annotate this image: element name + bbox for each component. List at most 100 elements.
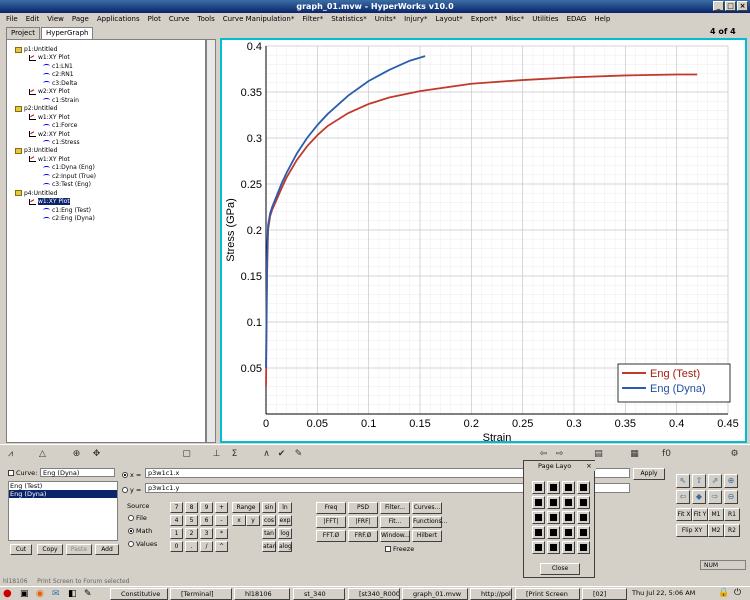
list-item[interactable]: Eng (Dyna) [9,490,117,498]
curve-tool-icon[interactable]: ⩘ [4,448,17,461]
axis-icon[interactable]: △ [36,448,49,461]
tree-node[interactable]: c3:Delta [43,80,77,88]
x-radio[interactable] [122,472,128,478]
editor-icon[interactable]: ✎ [84,588,92,600]
keypad-key[interactable]: . [185,541,198,552]
note-icon[interactable]: ▢ [180,448,193,461]
axis-control-button[interactable]: R2 [724,524,740,537]
tree-node[interactable]: w2:XY Plot [29,131,70,139]
power-icon[interactable]: ⏻ [734,588,741,598]
tree-node[interactable]: w1:XY Plot [29,114,70,122]
tree-node[interactable]: c3:Test (Eng) [43,181,91,189]
view-arrow-icon[interactable]: ⊖ [724,490,738,504]
maximize-button[interactable]: □ [725,1,736,11]
list-item[interactable]: Eng (Test) [9,482,117,490]
source-math[interactable]: Math [128,527,152,535]
taskbar-item[interactable]: [Terminal] [170,588,232,600]
curve-list[interactable]: Eng (Test) Eng (Dyna) [8,481,118,541]
keypad-key[interactable]: 2 [185,528,198,539]
keypad-key[interactable]: 7 [170,502,183,513]
keypad-key[interactable]: 0 [170,541,183,552]
function-key[interactable]: x [232,515,246,526]
layout-option-icon[interactable] [532,541,545,554]
fo-icon[interactable]: f0 [660,448,673,461]
keypad-key[interactable]: 4 [170,515,183,526]
keypad-key[interactable]: 6 [200,515,213,526]
settings-icon[interactable]: ⚙ [728,448,741,461]
copy-button[interactable]: Copy [37,544,63,555]
axis-control-button[interactable]: R1 [724,508,740,521]
menu-item[interactable]: File [2,13,22,25]
keypad-key[interactable]: 9 [200,502,213,513]
keypad-key[interactable]: 1 [170,528,183,539]
tree-node[interactable]: p4:Untitled [15,190,57,198]
tree-node[interactable]: c1:Eng (Test) [43,207,91,215]
layout-option-icon[interactable] [547,526,560,539]
layout-option-icon[interactable] [532,511,545,524]
layout-option-icon[interactable] [547,496,560,509]
operation-key[interactable]: Filter... [380,502,410,514]
layout-option-icon[interactable] [562,541,575,554]
datum-icon[interactable]: ⊥ [210,448,223,461]
axis-control-button[interactable]: Fit X [676,508,692,521]
view-arrow-icon[interactable]: ⇖ [676,474,690,488]
menu-item[interactable]: EDAG [563,13,591,25]
menu-item[interactable]: Plot [144,13,165,25]
layout-option-icon[interactable] [547,481,560,494]
tree-node[interactable]: c2:Eng (Dyna) [43,215,95,223]
menu-item[interactable]: Units* [371,13,400,25]
keypad-key[interactable]: + [215,502,228,513]
operation-key[interactable]: FFT.Ø [316,530,346,542]
menu-item[interactable]: Curve Manipulation* [219,13,299,25]
operation-key[interactable]: Curves... [412,502,442,514]
page-layout-dialog[interactable]: Page Layo × Close [523,460,596,578]
keypad-key[interactable]: 8 [185,502,198,513]
tree-node[interactable]: p1:Untitled [15,46,57,54]
tab-hypergraph[interactable]: HyperGraph [40,27,94,39]
layout-option-icon[interactable] [562,526,575,539]
view-arrow-icon[interactable]: ⇧ [692,474,706,488]
paste-button[interactable]: Paste [66,544,92,555]
math-radio[interactable] [128,528,134,534]
axis-control-button[interactable]: Fit Y [692,508,708,521]
add-button[interactable]: Add [95,544,119,555]
y-radio[interactable] [122,487,128,493]
tree-node[interactable]: c2:Input (True) [43,173,96,181]
function-key[interactable]: y [246,515,260,526]
menu-item[interactable]: Applications [93,13,144,25]
taskbar-item[interactable]: hl18106 [234,588,290,600]
series-line-2[interactable] [265,55,426,369]
layout-option-icon[interactable] [577,481,590,494]
menu-item[interactable]: Edit [22,13,44,25]
tree-scrollbar[interactable] [206,39,216,443]
view-arrow-icon[interactable]: ⇗ [708,474,722,488]
zoom-icon[interactable]: ⊕ [70,448,83,461]
keypad-key[interactable]: / [200,541,213,552]
layout-option-icon[interactable] [547,511,560,524]
source-file[interactable]: File [128,514,147,522]
view-arrow-icon[interactable]: ◆ [692,490,706,504]
operation-key[interactable]: PSD [348,502,378,514]
function-key[interactable]: log [278,528,292,539]
layout-option-icon[interactable] [532,496,545,509]
tree-node[interactable]: w1:XY Plot [29,156,70,164]
tree-node[interactable]: w2:XY Plot [29,88,70,96]
function-key[interactable]: exp [278,515,292,526]
tree-node[interactable]: p2:Untitled [15,105,57,113]
function-key[interactable]: cos [262,515,276,526]
menu-item[interactable]: Utilities [528,13,562,25]
close-icon[interactable]: × [586,462,592,470]
operation-key[interactable]: |FRF| [348,516,378,528]
freeze-checkbox[interactable] [385,546,391,552]
menu-item[interactable]: Injury* [400,13,431,25]
start-menu-icon[interactable]: ● [3,588,17,600]
terminal-icon[interactable]: ▣ [20,588,29,600]
source-values[interactable]: Values [128,540,157,548]
tree-node[interactable]: w1:XY Plot [29,198,70,206]
firefox-icon[interactable]: ◉ [36,588,44,600]
function-key[interactable]: sin [262,502,276,513]
tree-node[interactable]: w1:XY Plot [29,54,70,62]
page-layout-close-button[interactable]: Close [540,563,580,575]
operation-key[interactable]: Functions... [412,516,447,528]
taskbar-item[interactable]: [st340_R000 [348,588,400,600]
